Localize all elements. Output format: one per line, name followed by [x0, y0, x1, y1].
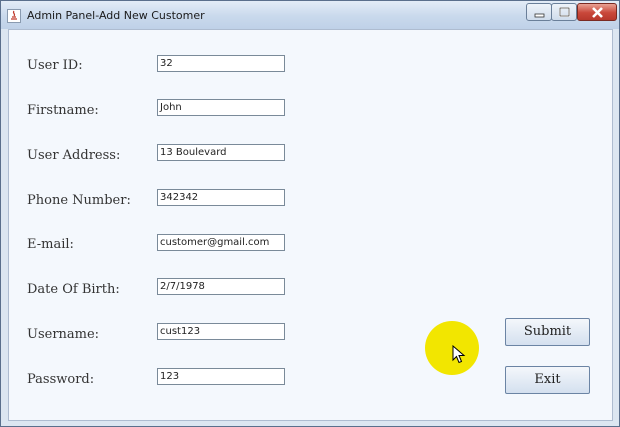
window-title: Admin Panel-Add New Customer [27, 9, 205, 22]
submit-button[interactable]: Submit [505, 318, 590, 346]
firstname-field[interactable]: John [157, 99, 285, 116]
email-field[interactable]: customer@gmail.com [157, 234, 285, 251]
java-app-icon [7, 8, 21, 23]
phone-number-label: Phone Number: [27, 193, 131, 208]
phone-number-field[interactable]: 342342 [157, 189, 285, 206]
minimize-button[interactable] [526, 3, 552, 21]
username-field[interactable]: cust123 [157, 323, 285, 340]
app-window: Admin Panel-Add New Customer User ID: 32… [0, 0, 620, 427]
maximize-button[interactable] [551, 3, 577, 21]
user-address-label: User Address: [27, 148, 121, 163]
password-label: Password: [27, 372, 95, 387]
date-of-birth-label: Date Of Birth: [27, 282, 120, 297]
close-button[interactable] [577, 3, 617, 21]
password-field[interactable]: 123 [157, 368, 285, 385]
form-panel [8, 29, 613, 421]
user-address-field[interactable]: 13 Boulevard [157, 144, 285, 161]
title-bar[interactable]: Admin Panel-Add New Customer [1, 1, 619, 29]
email-label: E-mail: [27, 237, 74, 252]
firstname-label: Firstname: [27, 103, 99, 118]
cursor-icon [452, 344, 466, 369]
exit-button[interactable]: Exit [505, 366, 590, 394]
username-label: Username: [27, 327, 100, 342]
user-id-label: User ID: [27, 58, 83, 73]
date-of-birth-field[interactable]: 2/7/1978 [157, 278, 285, 295]
user-id-field[interactable]: 32 [157, 55, 285, 72]
